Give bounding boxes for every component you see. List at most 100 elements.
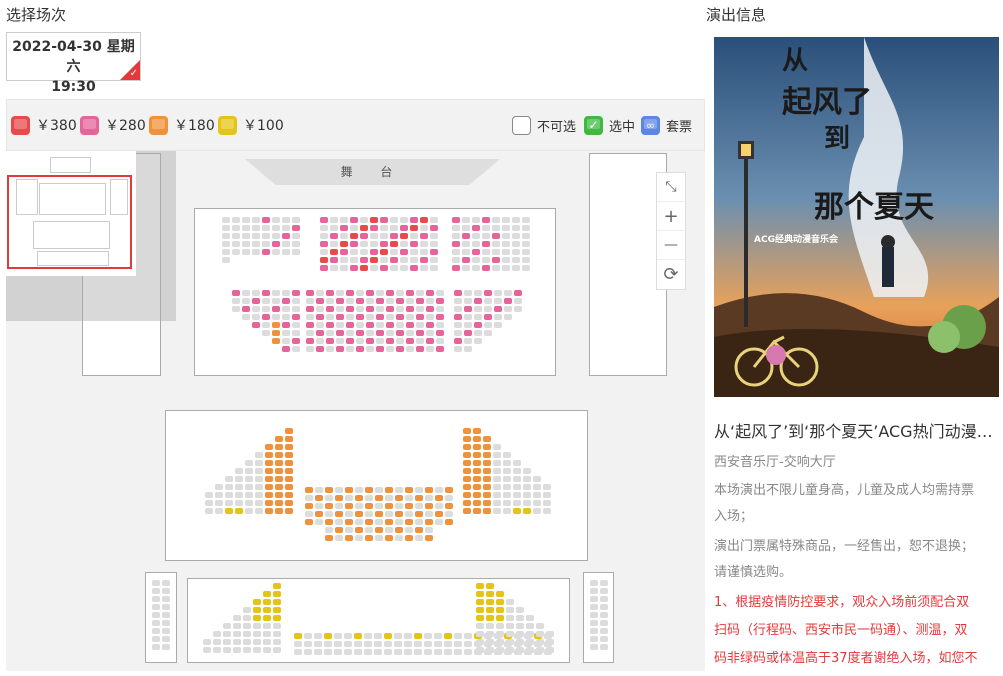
seat[interactable] bbox=[366, 338, 374, 344]
seat[interactable] bbox=[366, 330, 374, 336]
seat[interactable] bbox=[496, 647, 504, 653]
seat[interactable] bbox=[445, 511, 453, 517]
seat[interactable] bbox=[430, 257, 438, 263]
seat[interactable] bbox=[376, 338, 384, 344]
seat[interactable] bbox=[262, 225, 270, 231]
seat[interactable] bbox=[400, 217, 408, 223]
seat[interactable] bbox=[384, 633, 392, 639]
seat[interactable] bbox=[484, 306, 492, 312]
seat[interactable] bbox=[405, 519, 413, 525]
seat[interactable] bbox=[275, 484, 283, 490]
seat[interactable] bbox=[390, 241, 398, 247]
seat[interactable] bbox=[162, 580, 170, 586]
seat[interactable] bbox=[340, 241, 348, 247]
seat[interactable] bbox=[376, 290, 384, 296]
seat[interactable] bbox=[350, 241, 358, 247]
seat[interactable] bbox=[356, 322, 364, 328]
seat[interactable] bbox=[263, 631, 271, 637]
seat[interactable] bbox=[502, 217, 510, 223]
seat[interactable] bbox=[513, 476, 521, 482]
seat[interactable] bbox=[395, 487, 403, 493]
seat[interactable] bbox=[275, 444, 283, 450]
seat[interactable] bbox=[484, 322, 492, 328]
seat[interactable] bbox=[152, 636, 160, 642]
seat[interactable] bbox=[486, 607, 494, 613]
seat[interactable] bbox=[454, 330, 462, 336]
seat[interactable] bbox=[265, 460, 273, 466]
seat[interactable] bbox=[294, 641, 302, 647]
seat[interactable] bbox=[476, 623, 484, 629]
seat[interactable] bbox=[282, 314, 290, 320]
seat[interactable] bbox=[306, 346, 314, 352]
seat[interactable] bbox=[365, 519, 373, 525]
seat[interactable] bbox=[316, 298, 324, 304]
seat[interactable] bbox=[415, 487, 423, 493]
seat[interactable] bbox=[493, 452, 501, 458]
seat[interactable] bbox=[265, 452, 273, 458]
seat[interactable] bbox=[285, 500, 293, 506]
seat[interactable] bbox=[292, 314, 300, 320]
seat[interactable] bbox=[486, 599, 494, 605]
seat[interactable] bbox=[512, 233, 520, 239]
seat[interactable] bbox=[346, 330, 354, 336]
seat[interactable] bbox=[396, 314, 404, 320]
seat[interactable] bbox=[215, 500, 223, 506]
seat[interactable] bbox=[430, 225, 438, 231]
seat[interactable] bbox=[275, 492, 283, 498]
seat[interactable] bbox=[340, 257, 348, 263]
seat[interactable] bbox=[292, 330, 300, 336]
seat[interactable] bbox=[476, 615, 484, 621]
seat[interactable] bbox=[292, 225, 300, 231]
seat[interactable] bbox=[262, 249, 270, 255]
seat[interactable] bbox=[252, 217, 260, 223]
seat[interactable] bbox=[503, 460, 511, 466]
seat[interactable] bbox=[334, 649, 342, 655]
seat[interactable] bbox=[320, 217, 328, 223]
seat[interactable] bbox=[355, 503, 363, 509]
seat[interactable] bbox=[513, 492, 521, 498]
seat[interactable] bbox=[452, 265, 460, 271]
seat[interactable] bbox=[263, 647, 271, 653]
seat[interactable] bbox=[504, 314, 512, 320]
seat[interactable] bbox=[516, 615, 524, 621]
seat[interactable] bbox=[282, 241, 290, 247]
seat[interactable] bbox=[205, 500, 213, 506]
seat[interactable] bbox=[292, 346, 300, 352]
seat[interactable] bbox=[340, 265, 348, 271]
seat[interactable] bbox=[350, 265, 358, 271]
seat[interactable] bbox=[330, 217, 338, 223]
seat[interactable] bbox=[233, 639, 241, 645]
seat[interactable] bbox=[336, 338, 344, 344]
seat[interactable] bbox=[285, 468, 293, 474]
seat[interactable] bbox=[522, 217, 530, 223]
seat[interactable] bbox=[454, 649, 462, 655]
seat[interactable] bbox=[496, 639, 504, 645]
seat[interactable] bbox=[330, 249, 338, 255]
seat[interactable] bbox=[252, 306, 260, 312]
seat[interactable] bbox=[482, 217, 490, 223]
seat[interactable] bbox=[590, 580, 598, 586]
seat[interactable] bbox=[414, 633, 422, 639]
seat[interactable] bbox=[282, 322, 290, 328]
seat[interactable] bbox=[346, 346, 354, 352]
seat[interactable] bbox=[522, 249, 530, 255]
seat[interactable] bbox=[492, 265, 500, 271]
seat[interactable] bbox=[282, 306, 290, 312]
seat[interactable] bbox=[314, 649, 322, 655]
seat[interactable] bbox=[474, 330, 482, 336]
seat[interactable] bbox=[543, 500, 551, 506]
seat[interactable] bbox=[225, 500, 233, 506]
seat[interactable] bbox=[335, 511, 343, 517]
seat[interactable] bbox=[502, 249, 510, 255]
seat[interactable] bbox=[282, 217, 290, 223]
seat[interactable] bbox=[252, 233, 260, 239]
seat[interactable] bbox=[262, 298, 270, 304]
seat[interactable] bbox=[255, 460, 263, 466]
seat[interactable] bbox=[425, 495, 433, 501]
seat[interactable] bbox=[400, 225, 408, 231]
seat[interactable] bbox=[395, 527, 403, 533]
seat[interactable] bbox=[252, 314, 260, 320]
seat[interactable] bbox=[452, 257, 460, 263]
seat[interactable] bbox=[272, 322, 280, 328]
seat[interactable] bbox=[473, 476, 481, 482]
